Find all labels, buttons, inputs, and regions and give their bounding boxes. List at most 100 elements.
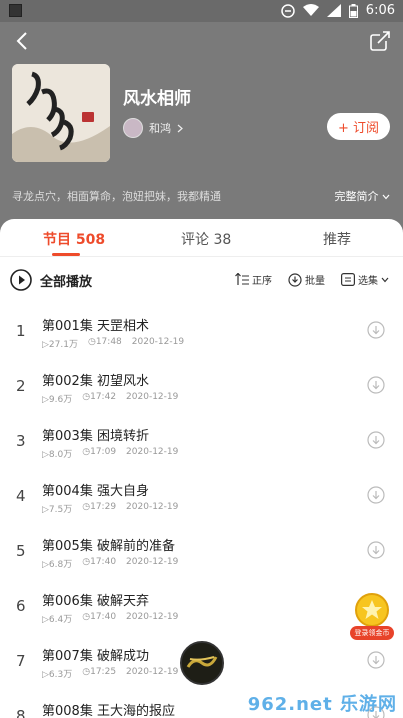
play-count-icon: ▷ xyxy=(42,505,49,515)
play-all-label: 全部播放 xyxy=(40,274,93,290)
download-icon[interactable] xyxy=(367,541,385,559)
chevron-down-icon xyxy=(382,194,390,200)
play-count-value: 9.6万 xyxy=(48,395,73,405)
chevron-down-icon xyxy=(381,277,389,282)
sort-icon xyxy=(235,273,249,285)
album-header: 风水相师 和鸿 + 订阅 寻龙点穴，相面算命，泡妞把妹，我都精通 完整简介 xyxy=(0,22,403,235)
play-count-icon: ▷ xyxy=(42,560,49,570)
publish-date: 2020-12-19 xyxy=(126,612,179,622)
play-count: ▷8.0万 xyxy=(42,447,72,460)
status-time: 6:06 xyxy=(365,3,395,18)
play-count-icon: ▷ xyxy=(42,670,49,680)
author-avatar xyxy=(123,118,143,138)
publish-date: 2020-12-19 xyxy=(126,667,179,677)
download-icon[interactable] xyxy=(367,651,385,669)
episode-row[interactable]: 1 第001集 天罡相术 ▷27.1万 ◷17:48 2020-12-19 xyxy=(0,307,403,362)
tab-recommend[interactable]: 推荐 xyxy=(323,229,351,249)
episode-number: 5 xyxy=(16,542,26,560)
login-coin-badge[interactable]: 登录领金币 xyxy=(349,592,395,642)
play-count: ▷6.8万 xyxy=(42,557,72,570)
tab-bar: 节目 508 评论 38 推荐 xyxy=(0,219,403,257)
clock-icon: ◷ xyxy=(82,502,91,512)
publish-date: 2020-12-19 xyxy=(126,502,179,512)
episode-meta: ▷9.6万 ◷17:42 2020-12-19 xyxy=(42,392,178,405)
select-episodes-button[interactable]: 选集 xyxy=(341,272,389,287)
play-count: ▷27.1万 xyxy=(42,337,78,350)
minus-circle-icon xyxy=(281,3,295,18)
episode-number: 7 xyxy=(16,652,26,670)
duration-value: 17:42 xyxy=(90,392,117,402)
order-button[interactable]: 正序 xyxy=(235,272,272,287)
play-count-value: 7.5万 xyxy=(48,505,73,515)
episode-title: 第002集 初望风水 xyxy=(42,374,149,389)
album-cover-art xyxy=(12,64,110,162)
album-description: 寻龙点穴，相面算命，泡妞把妹，我都精通 xyxy=(12,190,221,203)
duration-value: 17:29 xyxy=(90,502,117,512)
play-count: ▷7.5万 xyxy=(42,502,72,515)
download-icon[interactable] xyxy=(367,321,385,339)
subscribe-button[interactable]: + 订阅 xyxy=(327,113,390,140)
batch-download-button[interactable]: 批量 xyxy=(288,272,325,287)
play-count-icon: ▷ xyxy=(42,340,49,350)
coin-badge-label: 登录领金币 xyxy=(354,629,390,637)
play-count: ▷9.6万 xyxy=(42,392,72,405)
batch-label: 批量 xyxy=(305,276,325,287)
mini-player-cover[interactable] xyxy=(180,641,224,685)
full-intro-label: 完整简介 xyxy=(334,190,379,203)
publish-date: 2020-12-19 xyxy=(126,447,179,457)
episode-row[interactable]: 4 第004集 强大自身 ▷7.5万 ◷17:29 2020-12-19 xyxy=(0,472,403,527)
chevron-right-icon xyxy=(177,124,183,132)
site-watermark: 962.net 乐游网 xyxy=(247,694,397,715)
duration-value: 17:25 xyxy=(90,667,117,677)
episode-row[interactable]: 6 第006集 破解天弃 ▷6.4万 ◷17:40 2020-12-19 xyxy=(0,582,403,637)
publish-date: 2020-12-19 xyxy=(126,557,179,567)
tab-comments[interactable]: 评论 38 xyxy=(181,229,231,249)
album-cover[interactable] xyxy=(12,64,110,162)
episode-number: 4 xyxy=(16,487,26,505)
play-count-value: 6.8万 xyxy=(48,560,73,570)
full-intro-link[interactable]: 完整简介 xyxy=(335,188,391,204)
episode-row[interactable]: 2 第002集 初望风水 ▷9.6万 ◷17:42 2020-12-19 xyxy=(0,362,403,417)
tab-underline xyxy=(52,253,80,256)
download-circle-icon xyxy=(288,272,302,287)
tab-programs[interactable]: 节目 508 xyxy=(43,229,105,249)
episode-meta: ▷7.5万 ◷17:29 2020-12-19 xyxy=(42,502,178,515)
play-count-value: 27.1万 xyxy=(48,340,78,350)
episode-number: 3 xyxy=(16,432,26,450)
notification-icon xyxy=(9,4,22,17)
episode-row[interactable]: 3 第003集 困境转折 ▷8.0万 ◷17:09 2020-12-19 xyxy=(0,417,403,472)
play-count-icon: ▷ xyxy=(42,450,49,460)
episode-title: 第008集 王大海的报应 xyxy=(42,704,175,718)
episode-meta: ▷27.1万 ◷17:48 2020-12-19 xyxy=(42,337,184,350)
clock-icon: ◷ xyxy=(82,557,91,567)
clock-icon: ◷ xyxy=(87,337,96,347)
author-name: 和鸿 xyxy=(149,122,171,135)
episode-row[interactable]: 5 第005集 破解前的准备 ▷6.8万 ◷17:40 2020-12-19 xyxy=(0,527,403,582)
episode-meta: ▷8.0万 ◷17:09 2020-12-19 xyxy=(42,447,178,460)
share-icon[interactable] xyxy=(369,30,391,52)
episode-number: 1 xyxy=(16,322,26,340)
episode-title: 第001集 天罡相术 xyxy=(42,319,149,334)
order-label: 正序 xyxy=(252,276,272,287)
play-all-button[interactable]: 全部播放 xyxy=(10,269,92,291)
download-icon[interactable] xyxy=(367,376,385,394)
episode-meta: ▷6.8万 ◷17:40 2020-12-19 xyxy=(42,557,178,570)
duration-value: 17:48 xyxy=(95,337,122,347)
list-toolbar: 全部播放 正序 批量 选集 xyxy=(0,263,403,297)
episode-title: 第007集 破解成功 xyxy=(42,649,149,664)
download-icon[interactable] xyxy=(367,486,385,504)
play-count-value: 8.0万 xyxy=(48,450,73,460)
episode-number: 6 xyxy=(16,597,26,615)
play-count-value: 6.3万 xyxy=(48,670,73,680)
episode-title: 第006集 破解天弃 xyxy=(42,594,149,609)
album-title: 风水相师 xyxy=(123,89,191,109)
publish-date: 2020-12-19 xyxy=(126,392,179,402)
status-bar: 6:06 xyxy=(0,0,403,22)
clock-icon: ◷ xyxy=(82,667,91,677)
author-link[interactable]: 和鸿 xyxy=(123,118,183,138)
episode-meta: ▷6.4万 ◷17:40 2020-12-19 xyxy=(42,612,178,625)
back-icon[interactable] xyxy=(12,30,34,52)
download-icon[interactable] xyxy=(367,431,385,449)
clock-icon: ◷ xyxy=(82,392,91,402)
play-count-value: 6.4万 xyxy=(48,615,73,625)
